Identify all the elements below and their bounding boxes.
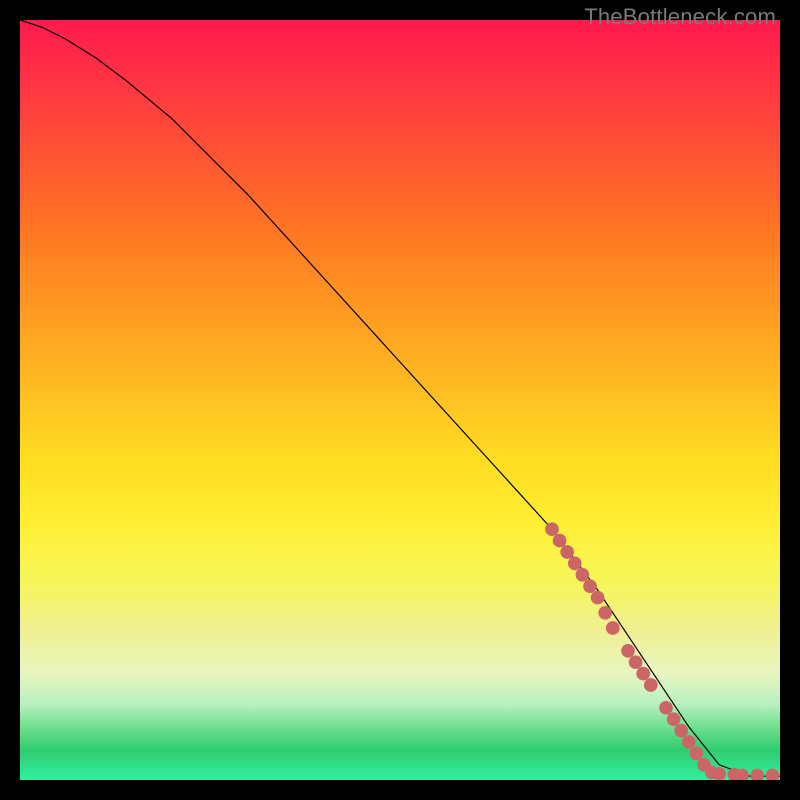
curve-line xyxy=(20,20,780,776)
highlight-dot xyxy=(667,712,681,726)
highlight-dot xyxy=(674,724,688,738)
highlight-dot xyxy=(636,667,650,681)
highlight-dot xyxy=(766,769,780,780)
chart-container: TheBottleneck.com xyxy=(0,0,800,800)
highlight-dot xyxy=(598,606,612,620)
chart-svg xyxy=(20,20,780,780)
highlight-dot xyxy=(568,557,582,571)
highlight-dot xyxy=(690,747,704,761)
highlight-dot xyxy=(591,591,605,605)
highlight-dot xyxy=(629,655,643,669)
highlight-dots-group xyxy=(545,522,779,780)
highlight-dot xyxy=(545,522,559,536)
highlight-dot xyxy=(583,579,597,593)
highlight-dot xyxy=(606,621,620,635)
watermark-text: TheBottleneck.com xyxy=(584,4,776,30)
highlight-dot xyxy=(553,534,567,548)
highlight-dot xyxy=(560,545,574,559)
highlight-dot xyxy=(659,701,673,715)
plot-area xyxy=(20,20,780,780)
highlight-dot xyxy=(621,644,635,658)
highlight-dot xyxy=(750,769,764,780)
highlight-dot xyxy=(644,678,658,692)
highlight-dot xyxy=(682,735,696,749)
highlight-dot xyxy=(576,568,590,582)
